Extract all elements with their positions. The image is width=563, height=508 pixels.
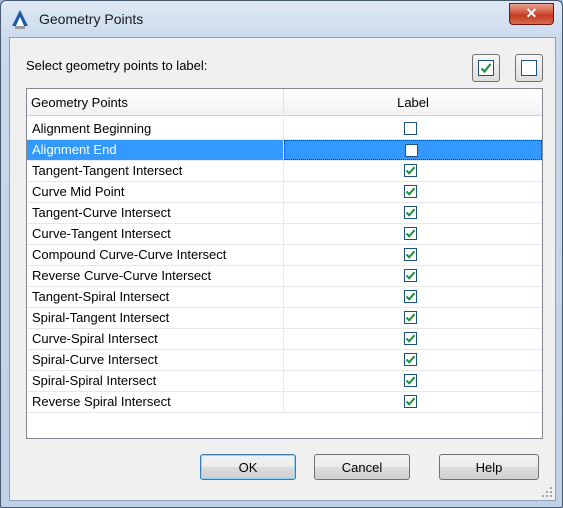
- label-checkbox[interactable]: [404, 227, 417, 240]
- label-cell: [284, 371, 542, 391]
- label-cell: [284, 161, 542, 181]
- checkmark-icon: [405, 208, 416, 217]
- geometry-point-name: Reverse Curve-Curve Intersect: [32, 268, 212, 283]
- window-title: Geometry Points: [39, 11, 144, 27]
- label-checkbox[interactable]: [404, 374, 417, 387]
- label-cell: [284, 287, 542, 307]
- geometry-point-name: Curve-Spiral Intersect: [32, 331, 158, 346]
- table-header: Geometry Points Label: [27, 89, 542, 116]
- geometry-point-name: Curve Mid Point: [32, 184, 125, 199]
- label-cell: [284, 140, 542, 160]
- label-checkbox[interactable]: [404, 269, 417, 282]
- table-row[interactable]: Alignment Beginning: [27, 119, 542, 140]
- column-header-geometry-points[interactable]: Geometry Points: [31, 95, 128, 110]
- geometry-point-name: Alignment Beginning: [32, 121, 152, 136]
- geometry-points-table[interactable]: Geometry Points Label Alignment Beginnin…: [26, 88, 543, 439]
- geometry-point-name: Tangent-Spiral Intersect: [32, 289, 170, 304]
- label-checkbox[interactable]: [404, 311, 417, 324]
- table-row[interactable]: Tangent-Tangent Intersect: [27, 161, 542, 182]
- geometry-point-name: Compound Curve-Curve Intersect: [32, 247, 227, 262]
- checkmark-icon: [405, 376, 416, 385]
- column-header-label[interactable]: Label: [284, 95, 542, 110]
- label-checkbox[interactable]: [404, 332, 417, 345]
- label-cell: [284, 119, 542, 139]
- table-row[interactable]: Curve-Spiral Intersect: [27, 329, 542, 350]
- geometry-point-name: Spiral-Tangent Intersect: [32, 310, 170, 325]
- geometry-point-name: Tangent-Tangent Intersect: [32, 163, 183, 178]
- label-cell: [284, 329, 542, 349]
- label-checkbox[interactable]: [404, 353, 417, 366]
- label-checkbox[interactable]: [404, 248, 417, 261]
- table-row[interactable]: Tangent-Spiral Intersect: [27, 287, 542, 308]
- table-row[interactable]: Curve-Tangent Intersect: [27, 224, 542, 245]
- geometry-point-name: Curve-Tangent Intersect: [32, 226, 171, 241]
- label-checkbox[interactable]: [404, 185, 417, 198]
- label-cell: [284, 245, 542, 265]
- label-checkbox[interactable]: [404, 122, 417, 135]
- label-cell: [284, 203, 542, 223]
- checkmark-icon: [405, 292, 416, 301]
- dialog-window: Geometry Points ✕ Select geometry points…: [0, 0, 563, 508]
- label-checkbox[interactable]: [404, 164, 417, 177]
- uncheck-all-button[interactable]: [515, 54, 543, 82]
- resize-grip-icon[interactable]: [541, 486, 553, 498]
- table-row[interactable]: Reverse Spiral Intersect: [27, 392, 542, 413]
- table-row[interactable]: Curve Mid Point: [27, 182, 542, 203]
- close-button[interactable]: ✕: [509, 3, 554, 25]
- table-row[interactable]: Spiral-Spiral Intersect: [27, 371, 542, 392]
- label-cell: [284, 392, 542, 412]
- label-cell: [284, 266, 542, 286]
- cancel-button[interactable]: Cancel: [314, 454, 410, 480]
- label-cell: [284, 308, 542, 328]
- checkmark-icon: [405, 229, 416, 238]
- geometry-point-name: Tangent-Curve Intersect: [32, 205, 171, 220]
- checkmark-icon: [405, 166, 416, 175]
- checkmark-icon: [405, 334, 416, 343]
- geometry-point-name: Reverse Spiral Intersect: [32, 394, 171, 409]
- checkmark-icon: [405, 397, 416, 406]
- table-row[interactable]: Tangent-Curve Intersect: [27, 203, 542, 224]
- table-row[interactable]: Spiral-Curve Intersect: [27, 350, 542, 371]
- checkmark-icon: [405, 187, 416, 196]
- uncheck-all-icon: [521, 60, 537, 76]
- select-prompt-label: Select geometry points to label:: [26, 58, 208, 73]
- checkmark-icon: [405, 355, 416, 364]
- label-cell: [284, 224, 542, 244]
- dialog-body: Select geometry points to label: Geometr…: [9, 37, 556, 501]
- table-row[interactable]: Alignment End: [27, 140, 542, 161]
- check-all-icon: [478, 60, 494, 76]
- label-cell: [284, 182, 542, 202]
- ok-button[interactable]: OK: [200, 454, 296, 480]
- check-all-button[interactable]: [472, 54, 500, 82]
- label-checkbox[interactable]: [405, 144, 418, 157]
- checkmark-icon: [405, 271, 416, 280]
- help-button[interactable]: Help: [439, 454, 539, 480]
- close-icon: ✕: [525, 5, 538, 21]
- geometry-point-name: Spiral-Spiral Intersect: [32, 373, 157, 388]
- autocad-app-icon: [12, 10, 28, 29]
- table-row[interactable]: Reverse Curve-Curve Intersect: [27, 266, 542, 287]
- geometry-point-name: Alignment End: [32, 142, 117, 157]
- label-checkbox[interactable]: [404, 290, 417, 303]
- label-checkbox[interactable]: [404, 206, 417, 219]
- label-checkbox[interactable]: [404, 395, 417, 408]
- geometry-point-name: Spiral-Curve Intersect: [32, 352, 158, 367]
- checkmark-icon: [405, 313, 416, 322]
- title-bar[interactable]: Geometry Points ✕: [1, 1, 562, 37]
- label-cell: [284, 350, 542, 370]
- table-row[interactable]: Compound Curve-Curve Intersect: [27, 245, 542, 266]
- table-row[interactable]: Spiral-Tangent Intersect: [27, 308, 542, 329]
- checkmark-icon: [405, 250, 416, 259]
